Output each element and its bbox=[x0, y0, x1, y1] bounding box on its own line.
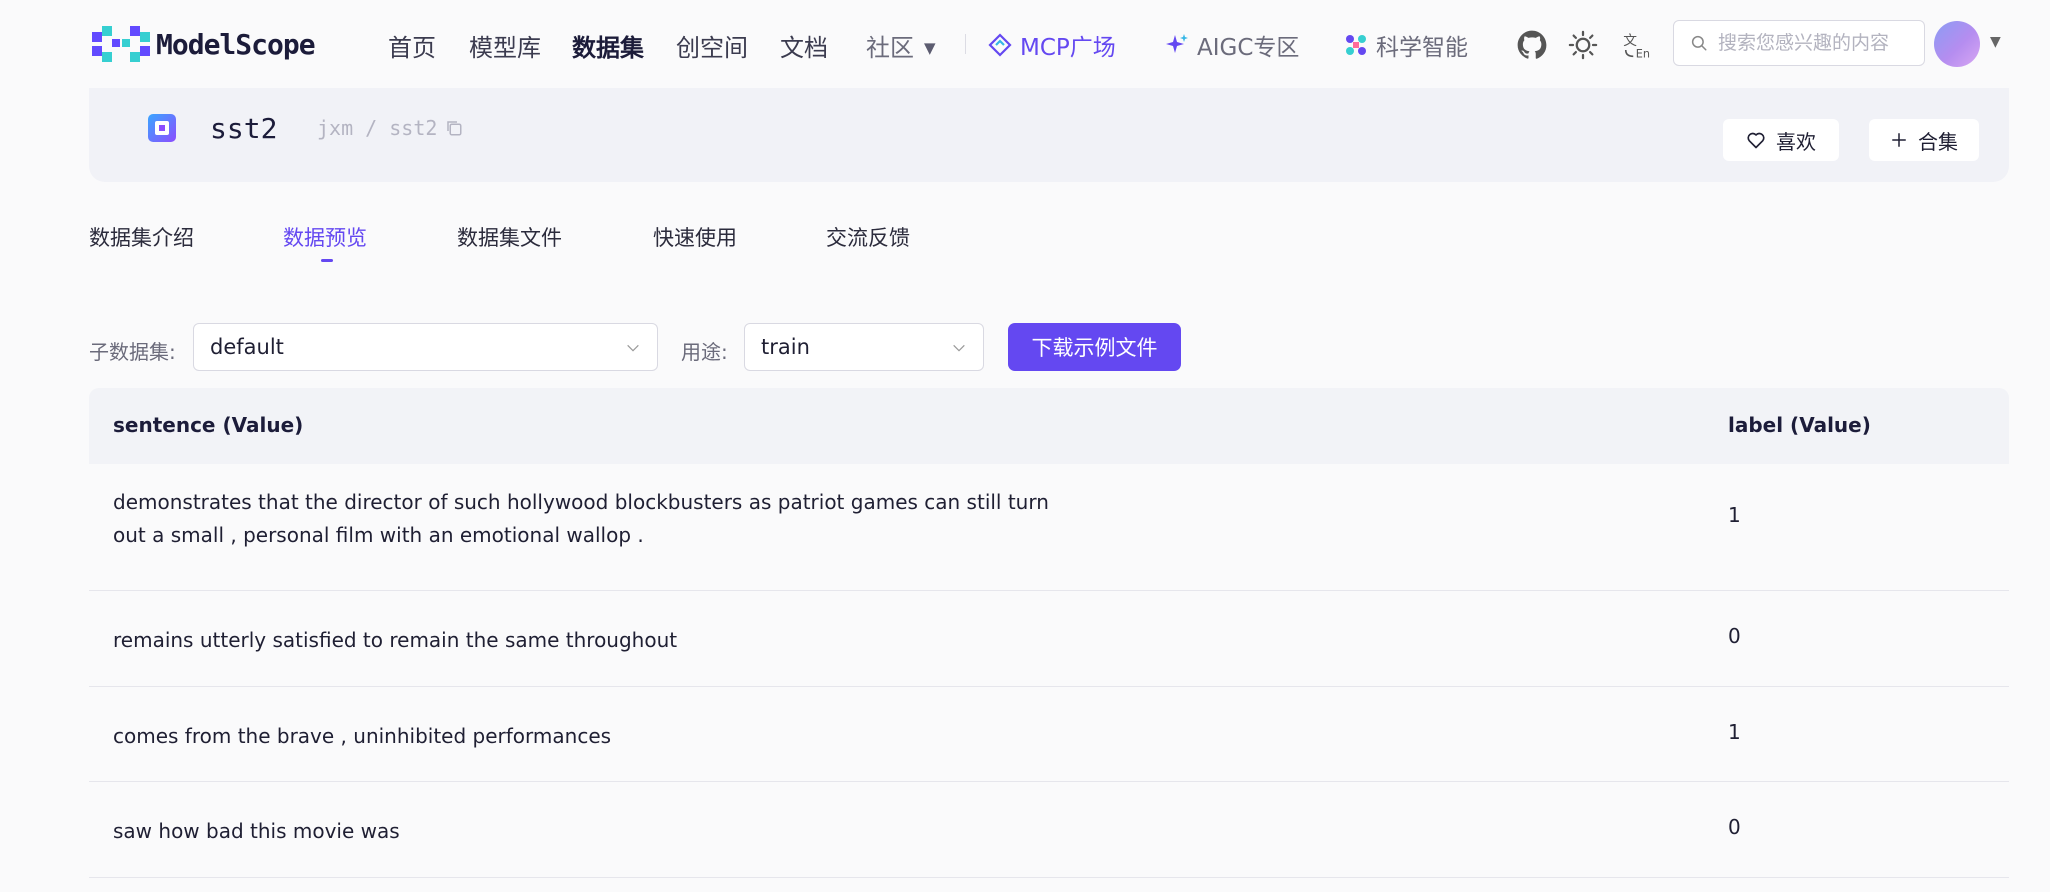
dataset-path-text: jxm / sst2 bbox=[317, 116, 438, 140]
nav-home[interactable]: 首页 bbox=[388, 28, 436, 63]
subset-label: 子数据集: bbox=[89, 340, 176, 364]
table-row: remains utterly satisfied to remain the … bbox=[89, 591, 2009, 687]
column-header-label: label (Value) bbox=[1728, 413, 1871, 437]
dataset-name: sst2 bbox=[210, 112, 278, 145]
svg-text:En: En bbox=[1636, 48, 1650, 61]
caret-down-icon[interactable]: ▼ bbox=[1990, 34, 2001, 50]
nav-mcp[interactable]: MCP广场 bbox=[988, 28, 1116, 62]
nav-studios[interactable]: 创空间 bbox=[676, 28, 748, 63]
dataset-icon bbox=[148, 114, 176, 142]
heart-icon bbox=[1747, 132, 1765, 149]
collection-label: 合集 bbox=[1918, 129, 1958, 154]
plus-icon bbox=[1892, 133, 1906, 147]
active-tab-indicator bbox=[321, 259, 333, 262]
sun-icon[interactable] bbox=[1568, 30, 1598, 60]
top-navigation: ModelScope 首页 模型库 数据集 创空间 文档 社区 ▼ MCP广场 A… bbox=[0, 0, 2050, 88]
search-box[interactable] bbox=[1673, 20, 1925, 66]
cell-label: 0 bbox=[1728, 815, 1741, 839]
tab-quick-start[interactable]: 快速使用 bbox=[653, 222, 737, 252]
nav-science-label: 科学智能 bbox=[1376, 35, 1468, 61]
cell-sentence: remains utterly satisfied to remain the … bbox=[113, 628, 678, 652]
mcp-icon bbox=[988, 33, 1012, 57]
tab-feedback[interactable]: 交流反馈 bbox=[826, 222, 910, 252]
table-row: demonstrates that the director of such h… bbox=[89, 464, 2009, 591]
dataset-path: jxm / sst2 bbox=[317, 116, 463, 140]
table-header: sentence (Value) label (Value) bbox=[89, 388, 2009, 464]
subset-select[interactable]: default bbox=[193, 323, 658, 371]
brand-name: ModelScope bbox=[156, 27, 316, 61]
cell-label: 1 bbox=[1728, 503, 1741, 527]
split-value: train bbox=[761, 335, 810, 359]
search-icon bbox=[1691, 35, 1707, 51]
chevron-down-icon bbox=[627, 344, 639, 352]
nav-datasets[interactable]: 数据集 bbox=[572, 28, 644, 63]
copy-icon[interactable] bbox=[445, 119, 463, 137]
language-icon[interactable]: 文 En bbox=[1622, 30, 1652, 60]
cell-label: 1 bbox=[1728, 720, 1741, 744]
dataset-header: sst2 jxm / sst2 喜欢 合集 bbox=[89, 88, 2009, 182]
like-button[interactable]: 喜欢 bbox=[1723, 119, 1839, 161]
user-avatar[interactable] bbox=[1934, 21, 1980, 67]
download-sample-button[interactable]: 下载示例文件 bbox=[1008, 323, 1181, 371]
cell-sentence: comes from the brave , uninhibited perfo… bbox=[113, 724, 612, 748]
tab-dataset-files[interactable]: 数据集文件 bbox=[457, 222, 562, 252]
search-input[interactable] bbox=[1718, 32, 1918, 54]
github-icon[interactable] bbox=[1517, 30, 1547, 60]
nav-models[interactable]: 模型库 bbox=[469, 28, 541, 63]
tab-dataset-intro[interactable]: 数据集介绍 bbox=[89, 222, 194, 252]
nav-docs[interactable]: 文档 bbox=[780, 28, 828, 63]
sparkle-icon bbox=[1166, 34, 1188, 53]
nav-community-label: 社区 bbox=[866, 34, 914, 62]
add-collection-button[interactable]: 合集 bbox=[1869, 119, 1979, 161]
data-preview-table: sentence (Value) label (Value) demonstra… bbox=[89, 388, 2009, 878]
chevron-down-icon bbox=[953, 344, 965, 352]
cell-label: 0 bbox=[1728, 624, 1741, 648]
tab-data-preview[interactable]: 数据预览 bbox=[283, 222, 367, 252]
table-row: saw how bad this movie was 0 bbox=[89, 782, 2009, 878]
modelscope-logo[interactable]: ModelScope bbox=[92, 26, 316, 62]
nav-aigc[interactable]: AIGC专区 bbox=[1165, 28, 1299, 62]
column-header-sentence: sentence (Value) bbox=[113, 413, 304, 437]
caret-down-icon: ▼ bbox=[924, 39, 936, 57]
split-select[interactable]: train bbox=[744, 323, 984, 371]
table-row: comes from the brave , uninhibited perfo… bbox=[89, 687, 2009, 782]
modelscope-logo-icon bbox=[92, 26, 150, 62]
nav-aigc-label: AIGC专区 bbox=[1197, 35, 1300, 61]
cell-sentence: saw how bad this movie was bbox=[113, 819, 400, 843]
science-icon bbox=[1346, 35, 1366, 55]
nav-mcp-label: MCP广场 bbox=[1020, 35, 1116, 61]
cell-sentence: demonstrates that the director of such h… bbox=[113, 490, 1049, 547]
nav-science[interactable]: 科学智能 bbox=[1344, 28, 1468, 62]
split-label: 用途: bbox=[681, 340, 728, 364]
nav-community[interactable]: 社区 ▼ bbox=[866, 28, 936, 63]
subset-value: default bbox=[210, 335, 284, 359]
like-label: 喜欢 bbox=[1776, 129, 1816, 154]
nav-divider bbox=[965, 34, 966, 54]
